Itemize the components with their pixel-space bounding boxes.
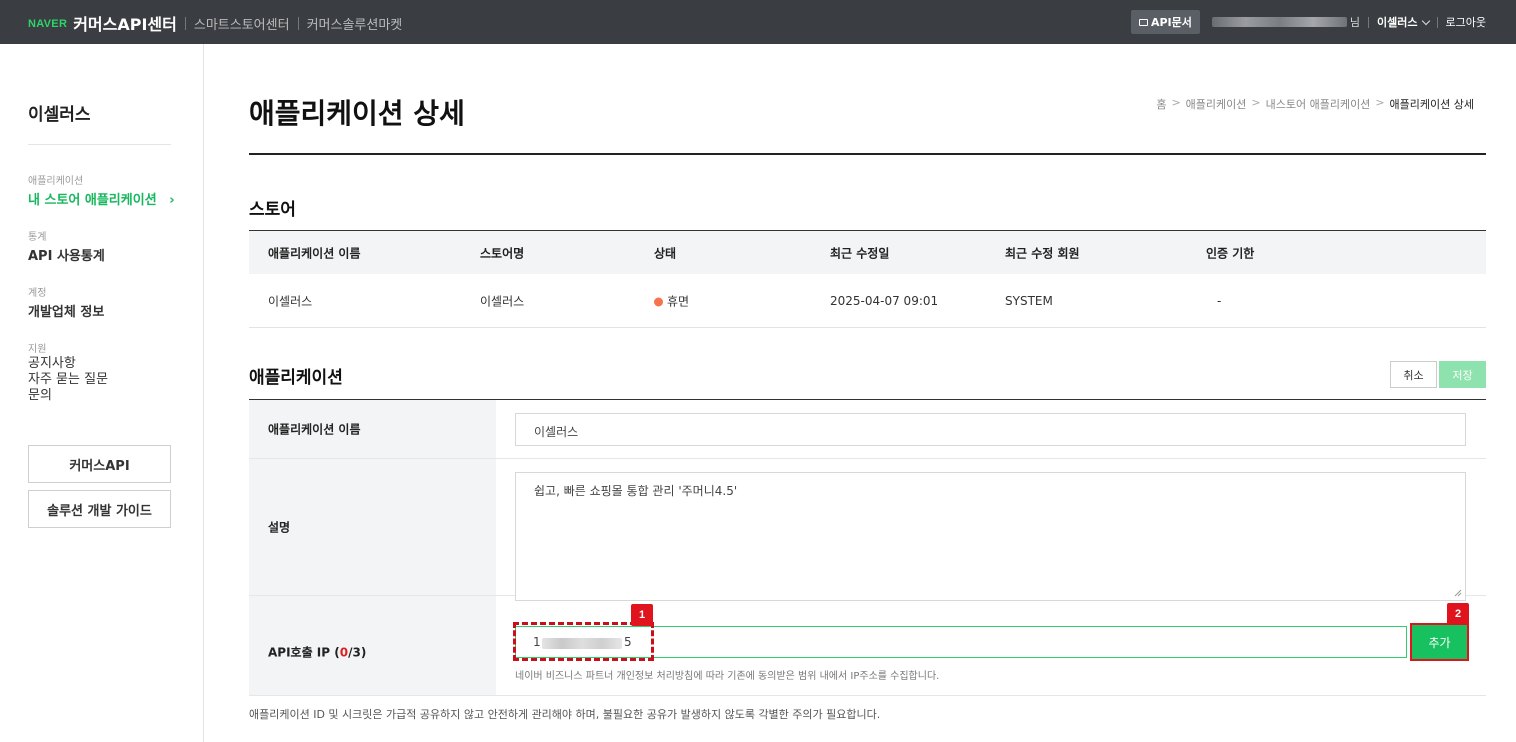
ip-label: API호출 IP (0/3) — [268, 644, 366, 661]
form-row-description: 설명 쉽고, 빠른 쇼핑몰 통합 관리 '주머니4.5' — [249, 459, 1486, 601]
application-form: 애플리케이션 이름 이셀러스 설명 쉽고, 빠른 쇼핑몰 통합 관리 '주머니4… — [249, 399, 1486, 696]
status-badge: 휴면 — [667, 294, 690, 308]
chevron-down-icon[interactable] — [1421, 16, 1430, 25]
user-name-redacted — [1211, 17, 1347, 27]
chevron-right-icon: › — [169, 193, 175, 208]
breadcrumb-my-store-app[interactable]: 내스토어 애플리케이션 — [1266, 96, 1371, 112]
solution-guide-button[interactable]: 솔루션 개발 가이드 — [28, 490, 171, 528]
table-header: 애플리케이션 이름 스토어명 상태 최근 수정일 최근 수정 회원 인증 기한 — [249, 231, 1486, 274]
breadcrumb-home[interactable]: 홈 — [1156, 96, 1166, 112]
brand: NAVER 커머스API센터 스마트스토어센터 커머스솔루션마켓 — [28, 11, 402, 35]
sidebar-category-account: 계정 — [28, 288, 47, 299]
description-textarea[interactable]: 쉽고, 빠른 쇼핑몰 통합 관리 '주머니4.5' — [515, 472, 1466, 601]
sidebar: 이셀러스 애플리케이션 내 스토어 애플리케이션 › 통계 API 사용통계 계… — [0, 44, 204, 742]
description-text: 쉽고, 빠른 쇼핑몰 통합 관리 '주머니4.5' — [534, 484, 738, 498]
ip-count: 0 — [339, 645, 349, 660]
monitor-icon — [1138, 18, 1148, 26]
divider — [297, 16, 299, 30]
sidebar-category-stats: 통계 — [28, 232, 47, 243]
store-section-title: 스토어 — [249, 200, 296, 220]
app-name-input[interactable]: 이셀러스 — [515, 413, 1466, 446]
commerce-api-button[interactable]: 커머스API — [28, 445, 171, 483]
column-header: 상태 — [654, 246, 677, 260]
top-right-menu: API문서 님 이셀러스 로그아웃 — [1130, 10, 1486, 34]
highlight-ip-input — [513, 622, 654, 661]
sidebar-item-faq[interactable]: 자주 묻는 질문 — [28, 372, 108, 388]
sidebar-item-api-stats[interactable]: API 사용통계 — [28, 245, 105, 264]
save-button[interactable]: 저장 — [1439, 361, 1486, 388]
form-label: 애플리케이션 이름 — [249, 400, 496, 458]
logout-link[interactable]: 로그아웃 — [1446, 14, 1486, 30]
cancel-button[interactable]: 취소 — [1390, 361, 1437, 388]
top-bar: NAVER 커머스API센터 스마트스토어센터 커머스솔루션마켓 API문서 님… — [0, 0, 1516, 44]
add-ip-button[interactable]: 추가 — [1410, 623, 1469, 661]
store-table: 애플리케이션 이름 스토어명 상태 최근 수정일 최근 수정 회원 인증 기한 … — [249, 230, 1486, 328]
description-label: 설명 — [268, 520, 291, 535]
column-header: 최근 수정일 — [830, 246, 890, 260]
sidebar-item-notice[interactable]: 공지사항 — [28, 356, 76, 372]
sidebar-item-label: 내 스토어 애플리케이션 — [28, 193, 157, 208]
cell-auth-expiry: - — [1217, 293, 1222, 308]
solution-market-link[interactable]: 커머스솔루션마켓 — [307, 14, 403, 33]
naver-logo[interactable]: NAVER — [28, 18, 67, 30]
application-section-title: 애플리케이션 — [249, 368, 343, 388]
sidebar-divider — [28, 144, 171, 145]
form-label: 설명 — [249, 459, 496, 595]
form-label: API호출 IP (0/3) — [249, 596, 496, 695]
api-doc-button[interactable]: API문서 — [1130, 10, 1200, 34]
sidebar-item-my-store-app[interactable]: 내 스토어 애플리케이션 › — [28, 189, 175, 208]
security-notice: 애플리케이션 ID 및 시크릿은 가급적 공유하지 않고 안전하게 관리해야 하… — [249, 708, 881, 721]
sidebar-item-inquiry[interactable]: 문의 — [28, 388, 52, 404]
cell-modified-by: SYSTEM — [1005, 293, 1053, 308]
column-header: 애플리케이션 이름 — [268, 246, 361, 260]
breadcrumb-current: 애플리케이션 상세 — [1389, 98, 1474, 111]
step-badge-1: 1 — [631, 604, 653, 626]
cell-store-name: 이셀러스 — [480, 294, 525, 308]
sidebar-item-developer-info[interactable]: 개발업체 정보 — [28, 301, 104, 320]
divider — [1436, 16, 1438, 28]
form-row-name: 애플리케이션 이름 이셀러스 — [249, 400, 1486, 459]
store-selector[interactable]: 이셀러스 — [1377, 14, 1417, 30]
api-doc-label: API문서 — [1150, 16, 1192, 29]
page-title: 애플리케이션 상세 — [249, 97, 465, 130]
ip-label-suffix: /3) — [348, 645, 367, 660]
brand-title[interactable]: 커머스API센터 — [73, 11, 177, 35]
column-header: 최근 수정 회원 — [1005, 246, 1080, 260]
user-suffix: 님 — [1349, 16, 1361, 29]
name-label: 애플리케이션 이름 — [268, 422, 361, 437]
column-header: 인증 기한 — [1206, 246, 1255, 260]
divider — [1368, 16, 1370, 28]
ip-help-text: 네이버 비즈니스 파트너 개인정보 처리방침에 따라 기존에 동의받은 범위 내… — [515, 671, 940, 682]
cell-app-name: 이셀러스 — [268, 294, 313, 308]
sidebar-category-application: 애플리케이션 — [28, 176, 84, 187]
ip-label-prefix: API호출 IP ( — [268, 645, 340, 660]
title-divider — [249, 153, 1486, 155]
table-row: 이셀러스 이셀러스 휴면 2025-04-07 09:01 SYSTEM - — [249, 274, 1486, 328]
cell-modified-date: 2025-04-07 09:01 — [830, 293, 939, 308]
breadcrumb-application[interactable]: 애플리케이션 — [1186, 96, 1247, 112]
cell-status: 휴면 — [654, 292, 689, 309]
sidebar-store-name: 이셀러스 — [28, 105, 91, 125]
divider — [184, 16, 186, 30]
breadcrumb: 홈 > 애플리케이션 > 내스토어 애플리케이션 > 애플리케이션 상세 — [1156, 96, 1474, 112]
status-dot-icon — [654, 297, 663, 306]
sidebar-category-support: 지원 — [28, 344, 47, 355]
step-badge-2: 2 — [1447, 603, 1469, 625]
smartstore-center-link[interactable]: 스마트스토어센터 — [194, 14, 290, 33]
form-row-ip: API호출 IP (0/3) 1 5 1 추가 2 네이버 비즈니스 파트너 개… — [249, 596, 1486, 696]
column-header: 스토어명 — [480, 246, 525, 260]
